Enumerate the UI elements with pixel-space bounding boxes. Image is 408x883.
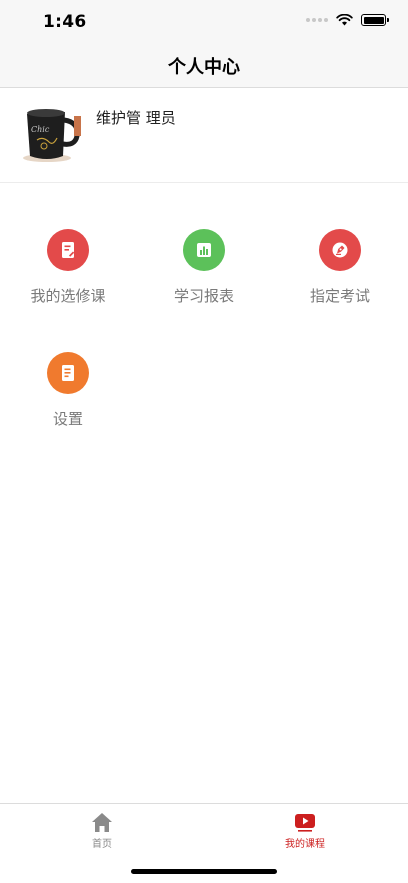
edit-note-icon [47,229,89,271]
svg-text:Chic: Chic [31,125,50,134]
tab-label: 首页 [92,839,112,850]
pen-nib-icon [319,229,361,271]
menu-item-report[interactable]: 学习报表 [154,229,254,306]
menu-item-label: 我的选修课 [30,287,106,305]
play-video-icon [293,811,317,833]
user-name: 维护管 理员 [96,109,176,127]
bar-chart-icon [183,229,225,271]
avatar[interactable]: Chic [19,102,81,164]
status-icons [306,14,389,26]
menu-item-electives[interactable]: 我的选修课 [18,229,118,306]
nav-bar: 个人中心 [0,44,408,88]
menu-item-label: 学习报表 [173,287,234,305]
tab-label: 我的课程 [285,839,325,850]
home-indicator [131,869,277,874]
profile-section[interactable]: Chic 维护管 理员 [0,88,408,183]
home-icon [90,811,114,833]
page-title: 个人中心 [168,56,240,78]
document-icon [47,352,89,394]
wifi-icon [336,14,353,26]
status-bar: 1:46 [0,0,408,44]
status-time: 1:46 [43,12,87,32]
battery-icon [361,14,389,26]
menu-item-settings[interactable]: 设置 [18,352,118,429]
menu-item-label: 指定考试 [309,287,370,305]
menu-item-exam[interactable]: 指定考试 [290,229,390,306]
tab-my-courses[interactable]: 我的课程 [255,811,355,850]
menu-item-label: 设置 [52,410,83,428]
signal-icon [306,18,328,22]
tab-home[interactable]: 首页 [52,811,152,850]
